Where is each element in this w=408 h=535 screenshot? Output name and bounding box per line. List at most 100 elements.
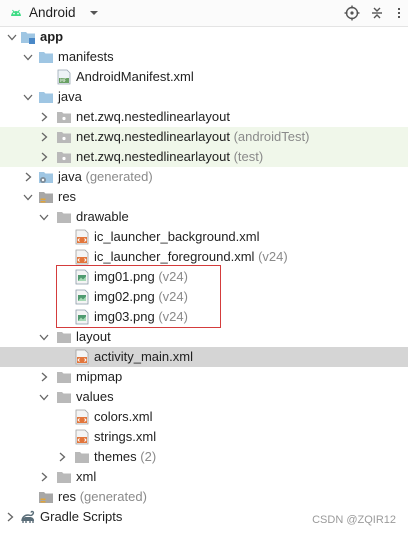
resource-folder-icon [39, 492, 53, 503]
folder-icon [57, 392, 71, 403]
tree-item-suffix: (generated) [85, 169, 153, 184]
tree-item-label: net.zwq.nestedlinearlayout (androidTest) [76, 129, 310, 144]
tree-item-ic-launcher-foreground[interactable]: ic_launcher_foreground.xml (v24) [0, 247, 408, 267]
chevron-right-icon[interactable] [38, 131, 50, 143]
tree-item-label: net.zwq.nestedlinearlayout (test) [76, 149, 264, 164]
image-file-icon [75, 309, 89, 325]
chevron-down-icon[interactable] [38, 391, 50, 403]
folder-icon [75, 452, 89, 463]
chevron-right-icon[interactable] [4, 511, 16, 523]
tree-item-manifests[interactable]: manifests [0, 47, 408, 67]
options-button[interactable] [392, 4, 406, 22]
watermark: CSDN @ZQIR12 [312, 514, 396, 526]
generated-folder-icon [39, 172, 53, 183]
tree-item-app[interactable]: app [0, 27, 408, 47]
tree-item-package-androidtest[interactable]: net.zwq.nestedlinearlayout (androidTest) [0, 127, 408, 147]
chevron-down-icon[interactable] [22, 191, 34, 203]
chevron-down-icon[interactable] [38, 211, 50, 223]
package-icon [57, 112, 71, 123]
package-icon [57, 132, 71, 143]
chevron-down-icon[interactable] [88, 7, 100, 19]
tree-item-label: java [58, 89, 82, 104]
tree-item-drawable[interactable]: drawable [0, 207, 408, 227]
tree-item-res-generated[interactable]: res (generated) [0, 487, 408, 507]
xml-file-icon [75, 349, 89, 365]
tree-item-strings[interactable]: strings.xml [0, 427, 408, 447]
tree-item-mipmap[interactable]: mipmap [0, 367, 408, 387]
tree-item-label: ic_launcher_foreground.xml (v24) [94, 249, 288, 264]
tree-item-suffix: (test) [233, 149, 264, 164]
tree-item-suffix: (generated) [79, 489, 147, 504]
tree-item-java-generated[interactable]: java (generated) [0, 167, 408, 187]
chevron-right-icon[interactable] [22, 171, 34, 183]
xml-file-icon [75, 429, 89, 445]
crosshair-icon [344, 5, 360, 21]
folder-icon [57, 212, 71, 223]
tree-item-label: activity_main.xml [94, 349, 193, 364]
chevron-right-icon[interactable] [38, 151, 50, 163]
chevron-down-icon[interactable] [22, 51, 34, 63]
view-selector-label[interactable]: Android [29, 5, 76, 20]
chevron-down-icon[interactable] [38, 331, 50, 343]
package-icon [57, 152, 71, 163]
tree-item-label: values [76, 389, 114, 404]
folder-icon [39, 92, 53, 103]
tree-item-androidmanifest[interactable]: MF AndroidManifest.xml [0, 67, 408, 87]
tree-item-label: java (generated) [58, 169, 153, 184]
tree-item-img01[interactable]: img01.png (v24) [0, 267, 408, 287]
tree-item-label: net.zwq.nestedlinearlayout [76, 109, 230, 124]
module-folder-icon [21, 32, 35, 44]
tree-item-label: layout [76, 329, 111, 344]
chevron-down-icon[interactable] [6, 31, 18, 43]
manifest-file-icon: MF [57, 69, 71, 85]
tree-item-values[interactable]: values [0, 387, 408, 407]
svg-text:MF: MF [60, 78, 67, 84]
tree-item-label: manifests [58, 49, 114, 64]
tree-item-colors[interactable]: colors.xml [0, 407, 408, 427]
tree-item-package[interactable]: net.zwq.nestedlinearlayout [0, 107, 408, 127]
tree-item-activity-main[interactable]: activity_main.xml [0, 347, 408, 367]
tree-item-suffix: (v24) [258, 249, 288, 264]
folder-icon [57, 372, 71, 383]
more-icon [398, 8, 400, 18]
tree-item-label: img03.png (v24) [94, 309, 188, 324]
tree-item-label: xml [76, 469, 97, 484]
tree-item-img03[interactable]: img03.png (v24) [0, 307, 408, 327]
tree-item-ic-launcher-background[interactable]: ic_launcher_background.xml [0, 227, 408, 247]
tree-item-suffix: (androidTest) [233, 129, 310, 144]
tree-item-package-test[interactable]: net.zwq.nestedlinearlayout (test) [0, 147, 408, 167]
chevron-down-icon[interactable] [22, 91, 34, 103]
image-file-icon [75, 289, 89, 305]
tree-item-label: res [58, 189, 77, 204]
chevron-right-icon[interactable] [38, 471, 50, 483]
tree-item-label: img02.png (v24) [94, 289, 188, 304]
tree-item-layout[interactable]: layout [0, 327, 408, 347]
folder-icon [57, 472, 71, 483]
tree-item-xml[interactable]: xml [0, 467, 408, 487]
tree-item-java[interactable]: java [0, 87, 408, 107]
tree-item-label: themes (2) [94, 449, 157, 464]
chevron-right-icon[interactable] [38, 111, 50, 123]
project-toolbar: Android [0, 0, 408, 27]
tree-item-label: app [40, 29, 64, 44]
gradle-icon [21, 510, 35, 523]
locate-button[interactable] [343, 4, 361, 22]
tree-item-label: res (generated) [58, 489, 147, 504]
tree-item-suffix: (v24) [158, 269, 188, 284]
tree-item-label: img01.png (v24) [94, 269, 188, 284]
tree-item-label: AndroidManifest.xml [76, 69, 194, 84]
chevron-right-icon[interactable] [38, 371, 50, 383]
tree-item-res[interactable]: res [0, 187, 408, 207]
tree-item-img02[interactable]: img02.png (v24) [0, 287, 408, 307]
xml-file-icon [75, 249, 89, 265]
tree-item-label: colors.xml [94, 409, 153, 424]
resource-folder-icon [39, 192, 53, 203]
collapse-all-button[interactable] [368, 4, 386, 22]
tree-item-suffix: (v24) [158, 309, 188, 324]
tree-item-label: drawable [76, 209, 129, 224]
android-icon [11, 9, 21, 16]
chevron-right-icon[interactable] [56, 451, 68, 463]
tree-item-label: strings.xml [94, 429, 157, 444]
xml-file-icon [75, 409, 89, 425]
tree-item-themes[interactable]: themes (2) [0, 447, 408, 467]
